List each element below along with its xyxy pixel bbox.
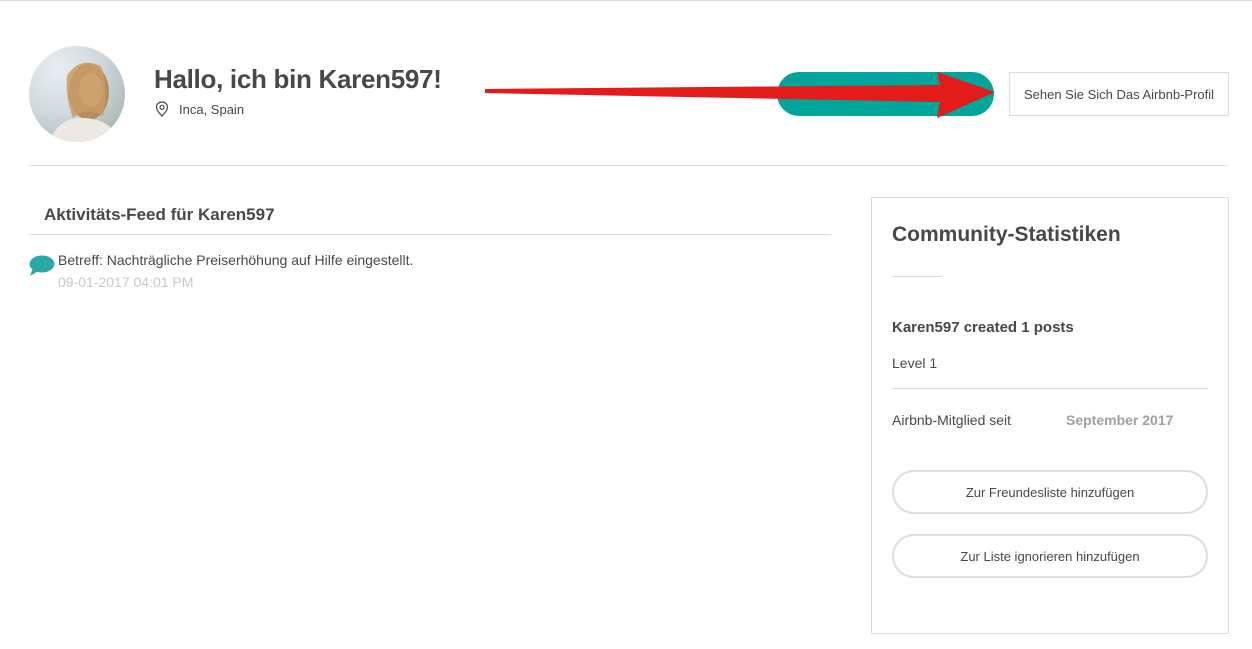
member-since-label: Airbnb-Mitglied seit [892,412,1012,428]
add-ignore-list-button[interactable]: Zur Liste ignorieren hinzufügen [892,534,1208,578]
profile-location: Inca, Spain [155,101,244,117]
avatar-photo [49,62,119,142]
page-title: Hallo, ich bin Karen597! [154,64,442,94]
chat-bubble-icon [29,254,55,278]
add-friend-button[interactable]: Zur Freundesliste hinzufügen [892,470,1208,514]
map-pin-icon [155,101,169,117]
feed-divider [29,234,831,235]
stats-level: Level 1 [892,355,938,371]
feed-item-date: 09-01-2017 04:01 PM [58,274,194,290]
top-border [0,0,1252,1]
stats-divider [892,388,1208,389]
feed-title: Aktivitäts-Feed für Karen597 [44,205,275,224]
stats-title: Community-Statistiken [892,223,1121,246]
community-stats-panel: Community-Statistiken Karen597 created 1… [871,197,1229,634]
location-label: Inca, Spain [179,101,245,117]
annotation-arrow-icon [485,72,995,118]
feed-item-subject-link[interactable]: Betreff: Nachträgliche Preiserhöhung auf… [58,252,413,268]
member-since-value: September 2017 [1066,412,1174,428]
avatar [29,46,125,142]
stats-title-divider [892,276,942,277]
view-airbnb-profile-button[interactable]: Sehen Sie Sich Das Airbnb-Profil [1009,72,1229,116]
stats-posts-count: Karen597 created 1 posts [892,319,1074,336]
header-divider [29,165,1228,166]
